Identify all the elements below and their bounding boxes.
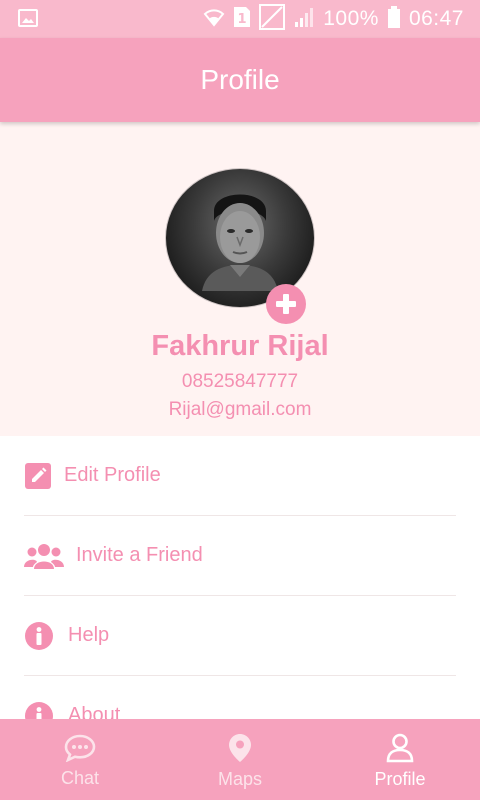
menu-item-edit-profile[interactable]: Edit Profile [24,436,456,516]
menu-item-about[interactable]: About [24,676,456,719]
chat-icon [64,734,96,762]
menu-item-label: Edit Profile [64,464,161,486]
menu-item-help[interactable]: Help [24,596,456,676]
wifi-icon [203,7,225,32]
plus-icon [276,294,296,314]
nav-label: Profile [374,769,426,789]
profile-screen: 1 100% 06:47 Profile Fakhrur Rijal 08525… [0,0,480,800]
map-pin-icon [229,734,251,762]
user-icon [386,733,414,763]
info-icon [24,618,64,654]
avatar-portrait [202,194,278,291]
status-icons: 1 100% 06:47 [203,0,464,38]
menu-item-label: Invite a Friend [76,544,203,566]
nav-label: Chat [60,768,100,788]
sim-label: 1 [238,12,247,27]
menu-item-label: Help [68,624,110,646]
no-sim-icon [259,3,286,35]
gallery-notification-icon [18,9,38,27]
profile-header: Fakhrur Rijal 08525847777 Rijal@gmail.co… [0,122,480,436]
clock: 06:47 [408,7,464,30]
nav-profile[interactable]: Profile [320,719,480,800]
nav-chat[interactable]: Chat [0,719,160,800]
profile-email: Rijal@gmail.com [168,399,312,420]
edit-icon [24,458,60,494]
menu-item-label: About [68,704,121,719]
app-bar: Profile [0,38,480,122]
status-bar: 1 100% 06:47 [0,0,480,38]
bottom-navigation: Chat Maps Profile [0,719,480,800]
info-icon [24,698,64,719]
add-photo-button[interactable] [266,284,306,324]
nav-label: Maps [217,769,262,789]
sim-card-icon: 1 [233,6,251,33]
profile-menu: Edit Profile Invite a Friend Help About [0,436,480,719]
users-icon [24,538,72,574]
battery-percent: 100% [323,7,379,30]
page-title: Profile [200,64,280,95]
signal-icon [293,6,315,33]
menu-item-invite-friend[interactable]: Invite a Friend [24,516,456,596]
profile-name: Fakhrur Rijal [151,330,329,362]
nav-maps[interactable]: Maps [160,719,320,800]
profile-phone: 08525847777 [181,371,299,392]
battery-icon [387,5,401,33]
